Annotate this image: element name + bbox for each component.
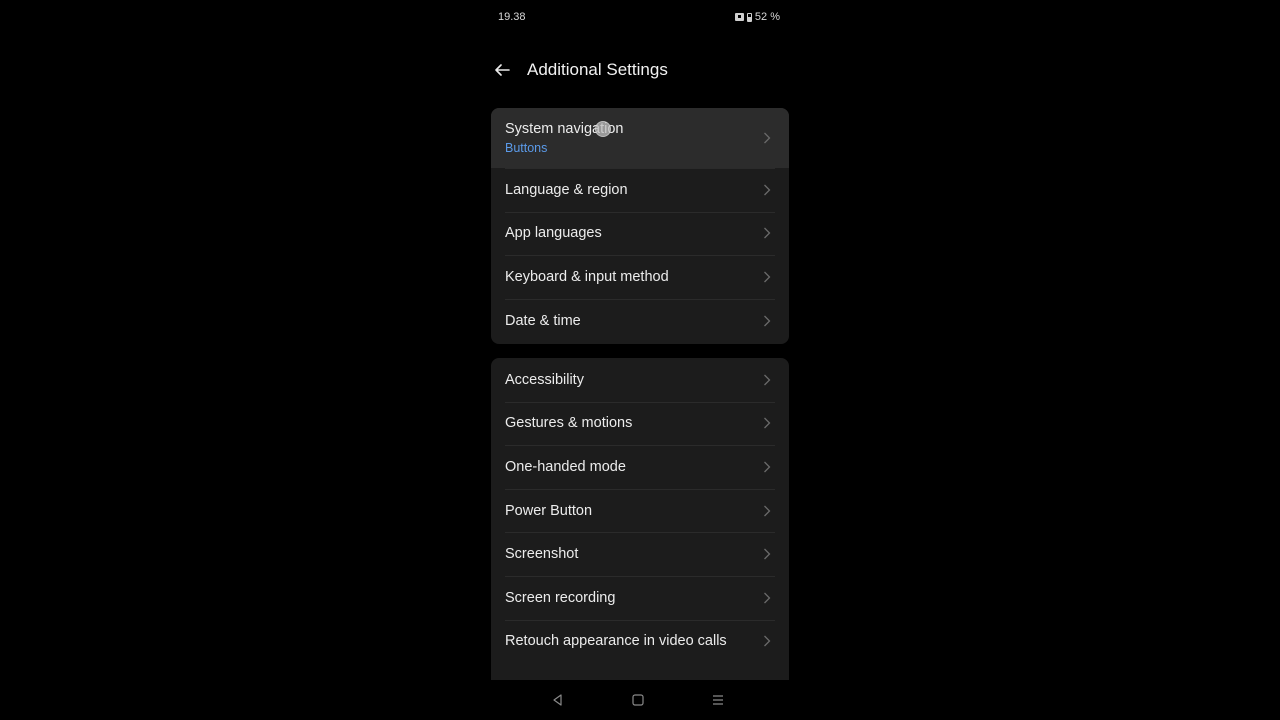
row-text: System navigation Buttons bbox=[505, 121, 749, 155]
settings-item-system-navigation[interactable]: System navigation Buttons bbox=[491, 108, 789, 168]
status-time: 19.38 bbox=[498, 11, 526, 23]
settings-item-screen-recording[interactable]: Screen recording bbox=[491, 575, 789, 620]
settings-item-label: Gestures & motions bbox=[505, 415, 633, 432]
settings-item-screenshot[interactable]: Screenshot bbox=[491, 532, 789, 576]
chevron-right-icon bbox=[764, 505, 771, 517]
settings-item-label: Screenshot bbox=[505, 546, 579, 563]
settings-item-one-handed-mode[interactable]: One-handed mode bbox=[491, 445, 789, 489]
settings-group-2: Accessibility Gestures & motions One-han… bbox=[491, 358, 789, 698]
settings-item-label: Accessibility bbox=[505, 371, 584, 388]
settings-item-label: One-handed mode bbox=[505, 458, 626, 475]
settings-item-label: Power Button bbox=[505, 502, 593, 519]
settings-item-keyboard-input[interactable]: Keyboard & input method bbox=[491, 255, 789, 299]
chevron-right-icon bbox=[764, 184, 771, 196]
settings-item-retouch-appearance[interactable]: Retouch appearance in video calls bbox=[491, 619, 789, 664]
settings-group-1: System navigation Buttons Language & reg… bbox=[491, 108, 789, 344]
battery-percent: 52 % bbox=[754, 11, 780, 23]
row-text: Gestures & motions bbox=[505, 415, 749, 431]
settings-item-gestures-motions[interactable]: Gestures & motions bbox=[491, 401, 789, 446]
chevron-right-icon bbox=[764, 374, 771, 386]
row-text: Date & time bbox=[505, 313, 749, 329]
row-text: Retouch appearance in video calls bbox=[505, 633, 749, 649]
settings-item-label: Retouch appearance in video calls bbox=[505, 633, 727, 650]
settings-item-subtitle: Buttons bbox=[505, 141, 548, 155]
chevron-right-icon bbox=[764, 592, 771, 604]
chevron-right-icon bbox=[764, 635, 771, 647]
nav-recents-icon[interactable] bbox=[710, 692, 726, 708]
phone-screen: 19.38 52 % Additional Settings System na… bbox=[490, 0, 790, 720]
row-text: Screenshot bbox=[505, 546, 749, 562]
header: Additional Settings bbox=[490, 50, 790, 90]
settings-item-app-languages[interactable]: App languages bbox=[491, 211, 789, 256]
sim-off-icon bbox=[734, 13, 744, 21]
navigation-bar bbox=[490, 680, 790, 720]
row-text: Language & region bbox=[505, 182, 749, 198]
chevron-right-icon bbox=[764, 417, 771, 429]
row-text: Screen recording bbox=[505, 590, 749, 606]
touch-indicator bbox=[595, 121, 611, 137]
page-title: Additional Settings bbox=[527, 60, 668, 79]
chevron-right-icon bbox=[764, 548, 771, 560]
settings-item-language-region[interactable]: Language & region bbox=[491, 168, 789, 212]
settings-item-date-time[interactable]: Date & time bbox=[491, 298, 789, 343]
settings-item-label: App languages bbox=[505, 225, 602, 242]
chevron-right-icon bbox=[764, 227, 771, 239]
settings-item-label: System navigation bbox=[505, 121, 624, 137]
back-arrow-icon[interactable] bbox=[492, 60, 512, 80]
settings-item-label: Language & region bbox=[505, 181, 628, 198]
chevron-right-icon bbox=[764, 132, 771, 144]
row-text: App languages bbox=[505, 225, 749, 241]
settings-item-accessibility[interactable]: Accessibility bbox=[491, 358, 789, 402]
row-text: Keyboard & input method bbox=[505, 269, 749, 285]
settings-item-label: Keyboard & input method bbox=[505, 268, 669, 285]
row-text: Accessibility bbox=[505, 372, 749, 388]
settings-item-label: Date & time bbox=[505, 312, 581, 329]
row-text: One-handed mode bbox=[505, 459, 749, 475]
nav-back-icon[interactable] bbox=[550, 692, 566, 708]
chevron-right-icon bbox=[764, 461, 771, 473]
battery-icon bbox=[746, 12, 752, 22]
settings-item-label: Screen recording bbox=[505, 589, 616, 606]
chevron-right-icon bbox=[764, 315, 771, 327]
chevron-right-icon bbox=[764, 271, 771, 283]
settings-item-power-button[interactable]: Power Button bbox=[491, 488, 789, 533]
row-text: Power Button bbox=[505, 503, 749, 519]
nav-home-icon[interactable] bbox=[630, 692, 646, 708]
status-right: 52 % bbox=[734, 11, 780, 23]
status-bar: 19.38 52 % bbox=[490, 0, 790, 36]
